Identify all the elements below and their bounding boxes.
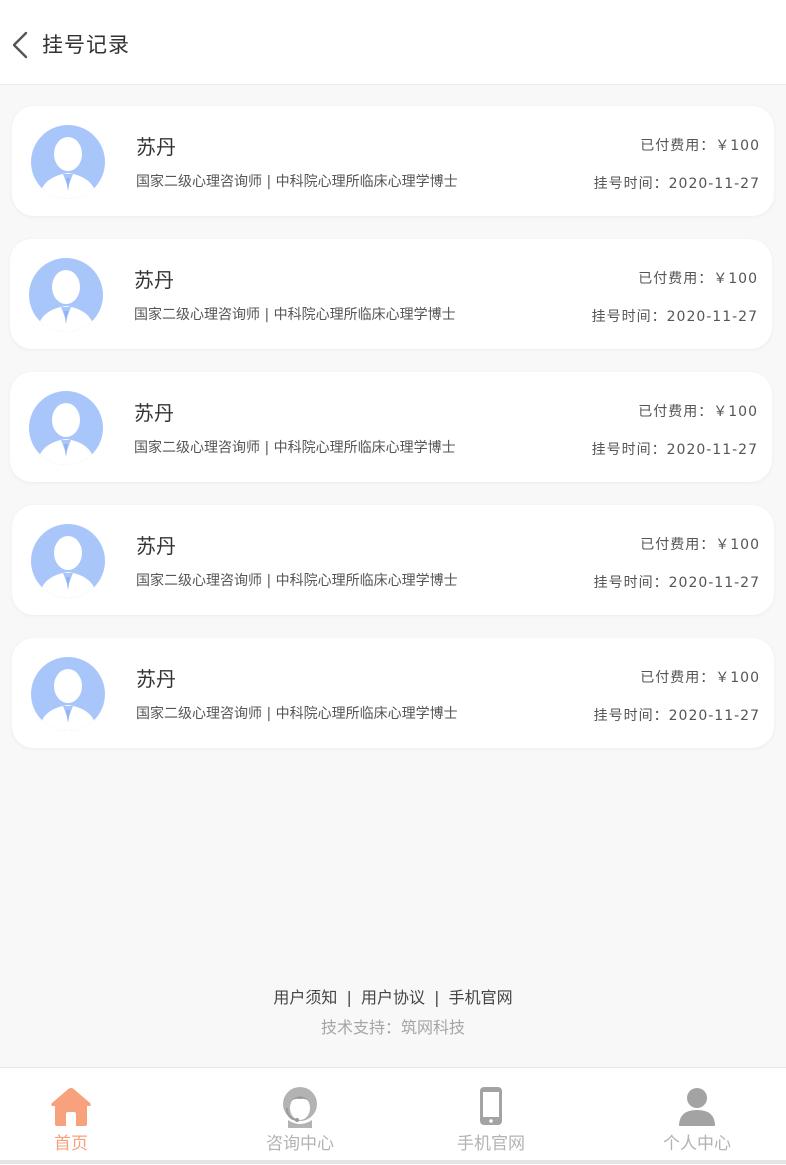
doctor-description: 国家二级心理咨询师 | 中科院心理所临床心理学博士	[136, 706, 458, 722]
doctor-name: 苏丹	[134, 268, 174, 292]
tab-mobile-site[interactable]: 手机官网	[411, 1068, 571, 1165]
page-title: 挂号记录	[42, 33, 130, 57]
doctor-name: 苏丹	[134, 401, 174, 425]
tab-profile-label: 个人中心	[663, 1134, 731, 1154]
paid-fee: 已付费用：￥100	[640, 138, 760, 154]
doctor-description: 国家二级心理咨询师 | 中科院心理所临床心理学博士	[134, 440, 456, 456]
bottom-tab-bar: 首页 咨询中心 手机官网 个人中心	[0, 1067, 786, 1165]
tab-consult[interactable]: 咨询中心	[220, 1068, 380, 1165]
footer-link-mobile-site[interactable]: 手机官网	[449, 988, 513, 1007]
avatar-icon	[31, 125, 105, 199]
avatar-icon	[29, 258, 103, 332]
doctor-name: 苏丹	[136, 135, 176, 159]
tech-support-text: 技术支持：筑网科技	[320, 1018, 465, 1037]
footer-link-user-agreement[interactable]: 用户协议	[361, 988, 425, 1007]
record-card[interactable]: 苏丹 国家二级心理咨询师 | 中科院心理所临床心理学博士 已付费用：￥100 挂…	[12, 106, 774, 216]
avatar-icon	[29, 391, 103, 465]
doctor-description: 国家二级心理咨询师 | 中科院心理所临床心理学博士	[136, 573, 458, 589]
doctor-description: 国家二级心理咨询师 | 中科院心理所临床心理学博士	[134, 307, 456, 323]
register-time: 挂号时间：2020-11-27	[593, 708, 760, 724]
record-card[interactable]: 苏丹 国家二级心理咨询师 | 中科院心理所临床心理学博士 已付费用：￥100 挂…	[10, 239, 772, 349]
doctor-name: 苏丹	[136, 667, 176, 691]
register-time: 挂号时间：2020-11-27	[593, 575, 760, 591]
footer-separator: |	[434, 988, 440, 1007]
top-nav-bar: 挂号记录	[0, 0, 786, 85]
record-card[interactable]: 苏丹 国家二级心理咨询师 | 中科院心理所临床心理学博士 已付费用：￥100 挂…	[10, 372, 772, 482]
paid-fee: 已付费用：￥100	[638, 404, 758, 420]
register-time: 挂号时间：2020-11-27	[591, 442, 758, 458]
paid-fee: 已付费用：￥100	[640, 537, 760, 553]
record-card[interactable]: 苏丹 国家二级心理咨询师 | 中科院心理所临床心理学博士 已付费用：￥100 挂…	[12, 505, 774, 615]
tab-home-label: 首页	[54, 1134, 88, 1154]
home-icon	[51, 1088, 91, 1126]
record-card[interactable]: 苏丹 国家二级心理咨询师 | 中科院心理所临床心理学博士 已付费用：￥100 挂…	[12, 638, 774, 748]
register-time: 挂号时间：2020-11-27	[591, 309, 758, 325]
footer-separator: |	[346, 988, 352, 1007]
bottom-edge	[0, 1160, 786, 1164]
tab-consult-label: 咨询中心	[266, 1134, 334, 1154]
footer-links: 用户须知 | 用户协议 | 手机官网	[0, 986, 786, 1010]
consultant-icon	[283, 1087, 317, 1128]
doctor-description: 国家二级心理咨询师 | 中科院心理所临床心理学博士	[136, 174, 458, 190]
tab-mobile-site-label: 手机官网	[457, 1134, 525, 1154]
tab-profile[interactable]: 个人中心	[617, 1068, 777, 1165]
avatar-icon	[31, 657, 105, 731]
mobile-phone-icon	[480, 1087, 502, 1125]
chevron-left-icon[interactable]	[10, 30, 32, 60]
person-icon	[679, 1088, 715, 1126]
register-time: 挂号时间：2020-11-27	[593, 176, 760, 192]
tab-home[interactable]: 首页	[0, 1068, 151, 1165]
paid-fee: 已付费用：￥100	[640, 670, 760, 686]
doctor-name: 苏丹	[136, 534, 176, 558]
footer-link-user-notice[interactable]: 用户须知	[273, 988, 337, 1007]
avatar-icon	[31, 524, 105, 598]
paid-fee: 已付费用：￥100	[638, 271, 758, 287]
